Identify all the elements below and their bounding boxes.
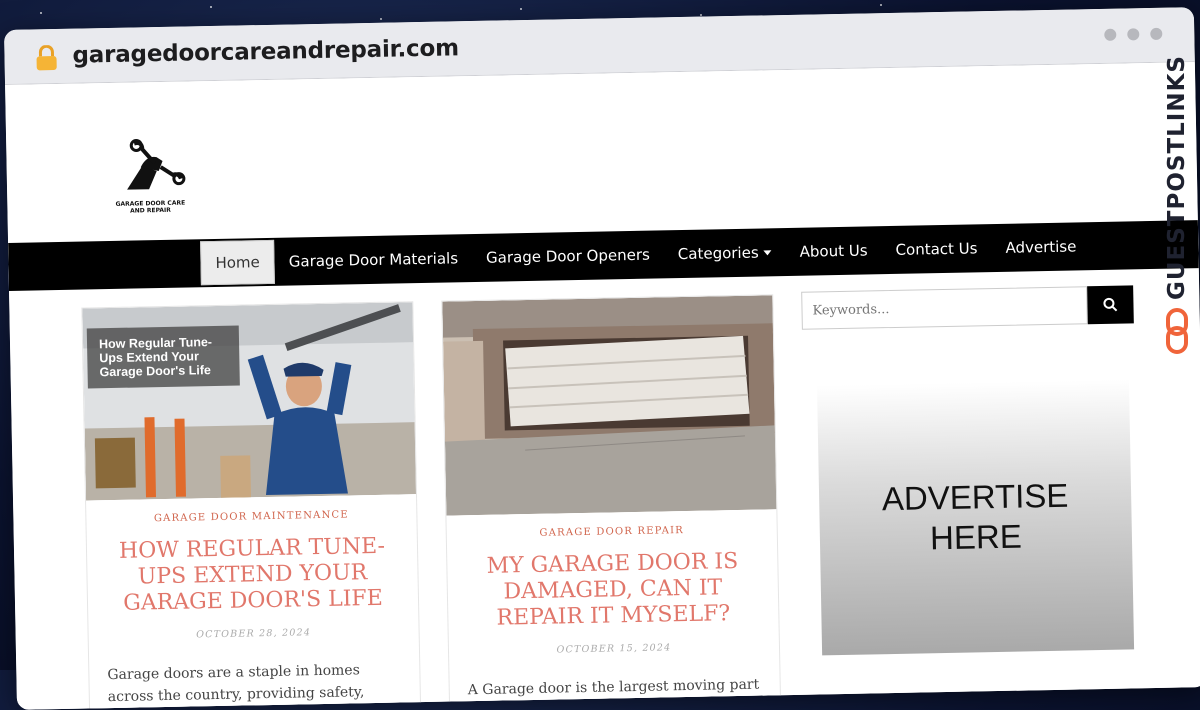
nav-garage-door-openers[interactable]: Garage Door Openers (472, 230, 665, 282)
wrench-hand-logo-icon (127, 138, 186, 190)
watermark-text: GUESTPOSTLINKS (1164, 55, 1190, 301)
post-date: OCTOBER 15, 2024 (556, 642, 672, 656)
nav-home[interactable]: Home (200, 239, 276, 286)
post-card: How Regular Tune-Ups Extend Your Garage … (81, 301, 422, 710)
post-thumbnail-technician[interactable]: How Regular Tune-Ups Extend Your Garage … (82, 302, 416, 501)
logo-text-line: AND REPAIR (130, 206, 171, 215)
logo-text: GARAGE DOOR CARE AND REPAIR (113, 200, 187, 215)
window-controls (1104, 27, 1163, 41)
post-card: GARAGE DOOR REPAIR MY GARAGE DOOR IS DAM… (441, 294, 782, 710)
ad-line: ADVERTISE (881, 476, 1069, 518)
guestpostlinks-watermark: GUESTPOSTLINKS (1160, 55, 1194, 355)
nav-categories[interactable]: Categories (663, 228, 786, 278)
window-dot-icon[interactable] (1127, 28, 1140, 41)
site-logo[interactable]: GARAGE DOOR CARE AND REPAIR (112, 137, 188, 218)
window-dot-icon[interactable] (1150, 27, 1163, 40)
post-excerpt: Garage doors are a staple in homes acros… (107, 662, 365, 710)
nav-about-us[interactable]: About Us (785, 226, 882, 276)
post-title[interactable]: MY GARAGE DOOR IS DAMAGED, CAN IT REPAIR… (465, 549, 760, 633)
caret-down-icon (763, 249, 772, 255)
advertise-banner[interactable]: ADVERTISE HERE (816, 379, 1135, 656)
post-category[interactable]: GARAGE DOOR MAINTENANCE (86, 508, 416, 525)
address-bar-url[interactable]: garagedoorcareandrepair.com (72, 35, 459, 68)
post-thumbnail-damaged-door[interactable] (442, 295, 777, 516)
browser-window: garagedoorcareandrepair.com GARAGE DOOR … (4, 7, 1200, 710)
post-category[interactable]: GARAGE DOOR REPAIR (447, 523, 777, 540)
post-title[interactable]: HOW REGULAR TUNE-UPS EXTEND YOUR GARAGE … (105, 534, 400, 618)
nav-advertise[interactable]: Advertise (991, 222, 1091, 272)
damaged-garage-photo-image (442, 295, 777, 516)
post-excerpt: A Garage door is the largest moving part… (467, 676, 760, 710)
search-input[interactable] (801, 286, 1088, 330)
window-dot-icon[interactable] (1104, 28, 1117, 41)
nav-contact-us[interactable]: Contact Us (881, 224, 992, 274)
post-date: OCTOBER 28, 2024 (196, 627, 312, 641)
nav-categories-label: Categories (677, 243, 759, 264)
search-form (801, 285, 1134, 330)
search-button[interactable] (1087, 285, 1134, 325)
lock-icon (36, 44, 57, 71)
nav-garage-door-materials[interactable]: Garage Door Materials (274, 234, 472, 286)
ad-line: HERE (929, 517, 1023, 557)
thumbnail-caption: How Regular Tune-Ups Extend Your Garage … (86, 325, 240, 389)
website-content: GARAGE DOOR CARE AND REPAIR Home Garage … (5, 62, 1200, 710)
main-navigation: Home Garage Door Materials Garage Door O… (8, 220, 1199, 291)
search-icon (1103, 297, 1118, 312)
chain-link-icon (1166, 308, 1188, 355)
